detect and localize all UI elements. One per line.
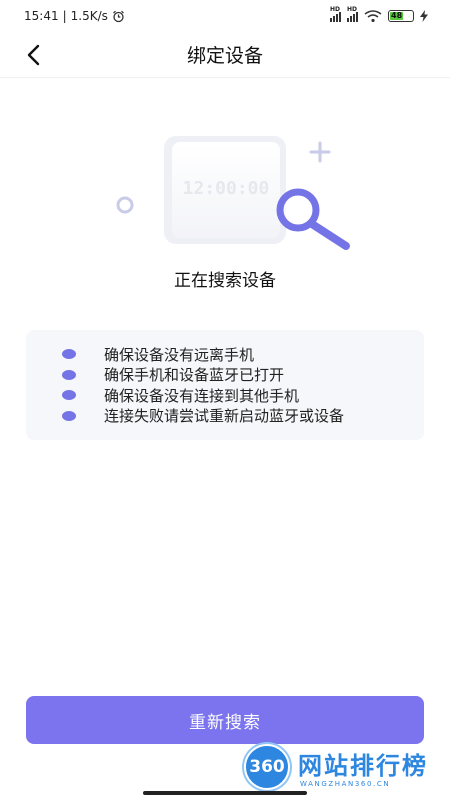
network-speed: 1.5K/s	[70, 9, 108, 23]
tip-text: 确保设备没有远离手机	[104, 345, 255, 364]
nav-header: 绑定设备	[0, 32, 450, 78]
bullet-dot-icon	[62, 369, 76, 380]
tip-text: 连接失败请尝试重新启动蓝牙或设备	[104, 407, 345, 426]
tip-item: 确保设备没有连接到其他手机	[62, 385, 424, 406]
home-indicator[interactable]	[143, 791, 307, 795]
charging-icon	[420, 10, 428, 22]
retry-search-button[interactable]: 重新搜索	[26, 696, 424, 744]
watermark-logo: 360	[244, 744, 290, 790]
wifi-icon	[364, 10, 382, 22]
tip-text: 确保设备没有连接到其他手机	[104, 386, 300, 405]
watermark-brand: 网站排行榜	[298, 752, 428, 780]
tip-item: 确保手机和设备蓝牙已打开	[62, 365, 424, 386]
bullet-dot-icon	[62, 390, 76, 401]
bullet-dot-icon	[62, 349, 76, 360]
back-button[interactable]	[16, 38, 50, 72]
bullet-dot-icon	[62, 410, 76, 421]
tip-text: 确保手机和设备蓝牙已打开	[104, 366, 285, 385]
status-left: 15:41 | 1.5K/s	[24, 9, 125, 23]
plus-decoration	[309, 141, 331, 163]
chevron-left-icon	[27, 44, 40, 66]
battery-level: 48	[390, 11, 404, 20]
status-right: HD HD 48	[330, 6, 428, 22]
watermark-url: WANGZHAN360.CN	[300, 780, 391, 788]
magnifier-icon	[276, 188, 350, 250]
page-title: 绑定设备	[186, 45, 263, 67]
tips-panel: 确保设备没有远离手机 确保手机和设备蓝牙已打开 确保设备没有连接到其他手机 连接…	[26, 330, 424, 440]
status-separator: |	[62, 9, 67, 23]
status-time: 15:41	[24, 9, 59, 23]
tip-item: 连接失败请尝试重新启动蓝牙或设备	[62, 406, 424, 427]
cell-signal-2-icon: HD	[347, 6, 358, 22]
battery-icon: 48	[388, 10, 414, 22]
clock-text: 12:00:00	[183, 178, 270, 199]
cell-signal-icon: HD	[330, 6, 341, 22]
searching-status-text: 正在搜索设备	[174, 271, 276, 291]
alarm-icon	[112, 10, 124, 22]
status-bar: 15:41 | 1.5K/s HD HD 48	[0, 0, 450, 32]
ring-decoration	[116, 196, 134, 214]
device-search-illustration: 12:00:00	[116, 136, 350, 250]
tip-item: 确保设备没有远离手机	[62, 344, 424, 365]
